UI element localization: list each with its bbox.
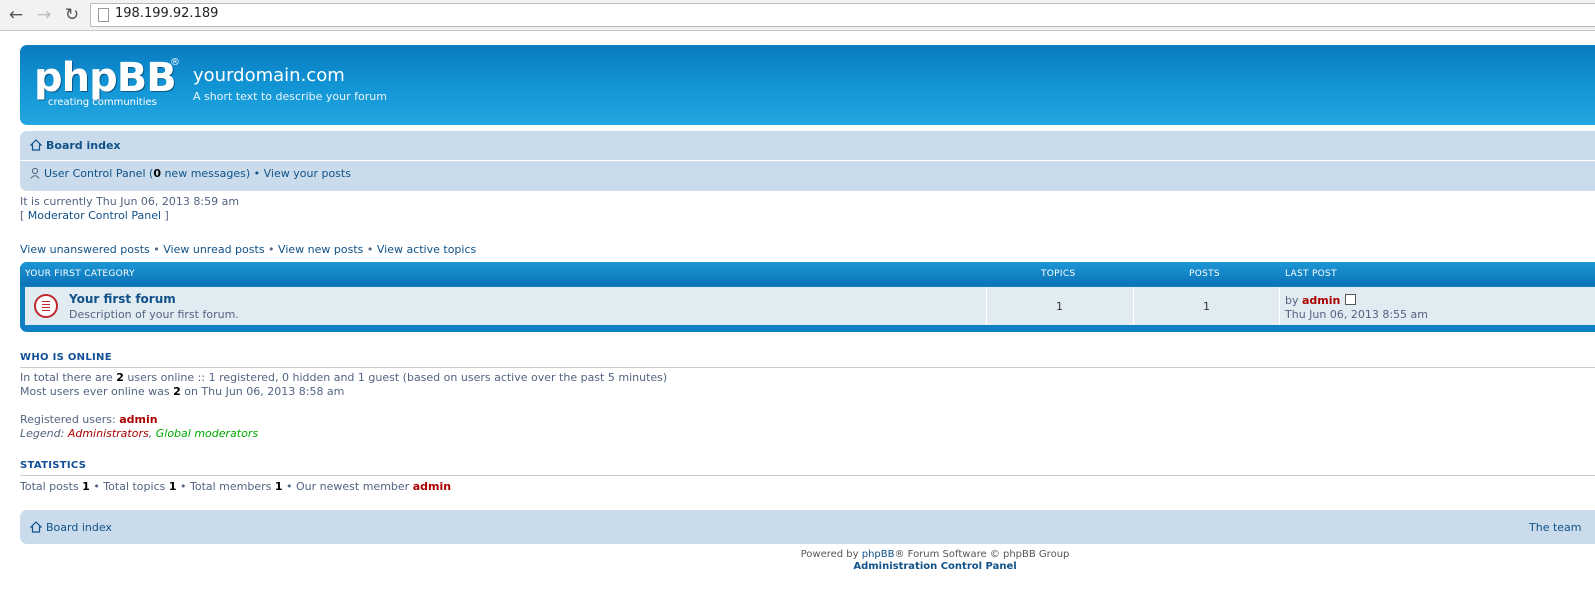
column-divider (1279, 287, 1280, 325)
topics-column-header: TOPICS (1041, 269, 1076, 279)
total-members-value: 1 (274, 480, 283, 493)
logo-registered-mark: ® (170, 57, 180, 68)
statistics-line: Total posts 1 • Total topics 1 • Total m… (20, 480, 451, 493)
footer-navigation: Board index The team (20, 510, 1595, 544)
online-record-count: 2 (173, 385, 181, 398)
registered-users-label: Registered users: (20, 413, 120, 426)
view-latest-post-icon[interactable] (1345, 294, 1357, 305)
site-description: A short text to describe your forum (193, 90, 387, 103)
column-divider (1133, 287, 1134, 325)
separator: • (363, 243, 377, 256)
url-text[interactable]: 198.199.92.189 (115, 6, 218, 21)
last-post-user[interactable]: admin (1302, 294, 1340, 307)
legend-line: Legend: Administrators, Global moderator… (20, 427, 258, 440)
online-record-date: on Thu Jun 06, 2013 8:58 am (180, 385, 345, 398)
last-post-column-header: LAST POST (1285, 269, 1337, 279)
new-messages-count[interactable]: 0 (153, 167, 161, 180)
legend-label: Legend: (20, 427, 68, 440)
new-messages-label[interactable]: new messages) (161, 167, 250, 180)
quick-links: View unanswered posts • View unread post… (20, 243, 476, 256)
site-header: phpBB ® creating communities yourdomain.… (20, 45, 1595, 125)
back-arrow-icon[interactable]: ← (6, 5, 26, 25)
online-record-text: Most users ever online was (20, 385, 174, 398)
forum-title-link[interactable]: Your first forum (69, 292, 176, 306)
total-topics-label: • Total topics (89, 480, 169, 493)
column-divider (986, 287, 987, 325)
acp-link[interactable]: Administration Control Panel (0, 561, 1595, 572)
user-icon (30, 167, 40, 179)
total-posts-label: Total posts (20, 480, 83, 493)
logo-tagline: creating communities (48, 97, 157, 108)
last-post-date: Thu Jun 06, 2013 8:55 am (1285, 308, 1428, 321)
total-topics-value: 1 (168, 480, 177, 493)
legend-global-moderators[interactable]: Global moderators (156, 427, 258, 440)
mcp-bracket-close: ] (161, 209, 169, 222)
forum-read-icon (34, 294, 58, 318)
footer-breadcrumb: Board index (30, 521, 112, 534)
mcp-link[interactable]: Moderator Control Panel (28, 209, 161, 222)
view-unread-link[interactable]: View unread posts (163, 243, 264, 256)
mcp-line: [ Moderator Control Panel ] (20, 209, 169, 222)
newest-member-label: • Our newest member (282, 480, 413, 493)
online-total-count: 2 (116, 371, 124, 384)
separator: • (264, 243, 279, 256)
who-is-online-heading[interactable]: WHO IS ONLINE (20, 352, 112, 363)
phpbb-logo[interactable]: phpBB ® creating communities (34, 53, 184, 113)
nav-divider (20, 160, 1595, 161)
view-your-posts-link[interactable]: View your posts (264, 167, 351, 180)
separator: • (250, 167, 264, 180)
newest-member-link[interactable]: admin (413, 480, 451, 493)
browser-toolbar: ← → ↻ 198.199.92.189 (0, 0, 1595, 31)
forum-description: Description of your first forum. (69, 308, 239, 321)
ucp-link[interactable]: User Control Panel (44, 167, 146, 180)
current-time: It is currently Thu Jun 06, 2013 8:59 am (20, 195, 240, 208)
view-new-link[interactable]: View new posts (278, 243, 363, 256)
copyright-text: ® Forum Software © phpBB Group (894, 549, 1070, 560)
last-post-info: by admin Thu Jun 06, 2013 8:55 am (1285, 294, 1428, 321)
mcp-bracket-open: [ (20, 209, 28, 222)
total-members-label: • Total members (176, 480, 275, 493)
registered-users-line: Registered users: admin (20, 413, 158, 426)
last-post-by: by (1285, 294, 1302, 307)
address-bar[interactable]: 198.199.92.189 (90, 3, 1595, 27)
separator: • (149, 243, 164, 256)
legend-administrators[interactable]: Administrators (68, 427, 149, 440)
statistics-heading: STATISTICS (20, 460, 87, 471)
the-team-link[interactable]: The team (1529, 521, 1582, 534)
forum-list: YOUR FIRST CATEGORY TOPICS POSTS LAST PO… (20, 262, 1595, 332)
posts-column-header: POSTS (1189, 269, 1220, 279)
section-rule (20, 367, 1595, 368)
online-total-line: In total there are 2 users online :: 1 r… (20, 371, 667, 384)
navigation-panel: Board index User Control Panel (0 new me… (20, 131, 1595, 191)
home-icon (30, 139, 42, 151)
total-posts-value: 1 (82, 480, 90, 493)
footer-board-index-link[interactable]: Board index (46, 521, 112, 534)
category-title[interactable]: YOUR FIRST CATEGORY (25, 269, 135, 279)
forward-arrow-icon[interactable]: → (34, 5, 54, 25)
copyright-line: Powered by phpBB® Forum Software © phpBB… (0, 549, 1595, 560)
site-title: yourdomain.com (193, 65, 345, 86)
registered-user-admin[interactable]: admin (119, 413, 157, 426)
phpbb-link[interactable]: phpBB (862, 549, 895, 560)
user-control-bar: User Control Panel (0 new messages) • Vi… (30, 167, 351, 180)
powered-by-text: Powered by (800, 549, 862, 560)
online-total-text: In total there are (20, 371, 117, 384)
board-index-link[interactable]: Board index (46, 139, 121, 152)
view-unanswered-link[interactable]: View unanswered posts (20, 243, 150, 256)
online-total-detail: users online :: 1 registered, 0 hidden a… (123, 371, 668, 384)
legend-comma: , (148, 427, 156, 440)
view-active-link[interactable]: View active topics (377, 243, 476, 256)
home-icon (30, 521, 42, 533)
forum-row: Your first forum Description of your fir… (25, 287, 1595, 325)
reload-icon[interactable]: ↻ (62, 5, 82, 25)
section-rule (20, 475, 1595, 476)
forum-list-header: YOUR FIRST CATEGORY TOPICS POSTS LAST PO… (20, 262, 1595, 286)
breadcrumb: Board index (30, 139, 121, 152)
online-record-line: Most users ever online was 2 on Thu Jun … (20, 385, 344, 398)
page-icon (98, 8, 109, 22)
topics-count: 1 (1056, 300, 1063, 313)
posts-count: 1 (1203, 300, 1210, 313)
logo-text: phpBB (34, 55, 177, 101)
